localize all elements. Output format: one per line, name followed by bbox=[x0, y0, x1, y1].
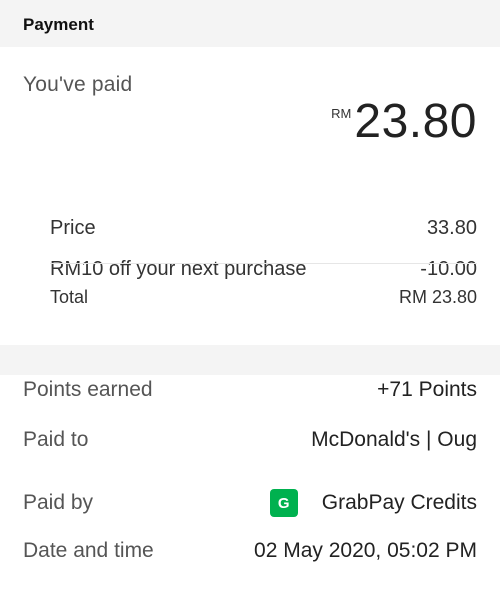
page-title: Payment bbox=[23, 15, 94, 34]
price-value: 33.80 bbox=[426, 217, 477, 239]
paid-to-label: Paid to bbox=[23, 428, 89, 451]
paid-by-label: Paid by bbox=[23, 491, 94, 514]
datetime-label: Date and time bbox=[23, 539, 154, 562]
discount-label: RM10 off your next purchase bbox=[50, 258, 307, 280]
payment-details-card: Points earned +71 Points Paid to McDonal… bbox=[0, 375, 500, 590]
paid-to-row: Paid to McDonald's | Oug bbox=[23, 428, 477, 452]
header-bar: Payment bbox=[0, 0, 500, 47]
paid-amount: RM 23.80 bbox=[331, 94, 477, 149]
points-label: Points earned bbox=[23, 378, 153, 401]
paid-to-value: McDonald's | Oug bbox=[311, 428, 477, 451]
paid-by-row: Paid by G GrabPay Credits bbox=[23, 489, 477, 517]
paid-label: You've paid bbox=[23, 73, 133, 96]
total-label: Total bbox=[50, 287, 89, 307]
section-gap bbox=[0, 345, 500, 375]
amount-value: 23.80 bbox=[354, 95, 477, 148]
discount-row: RM10 off your next purchase -10.00 bbox=[50, 258, 477, 281]
paid-by-method: GrabPay Credits bbox=[321, 491, 477, 514]
datetime-row: Date and time 02 May 2020, 05:02 PM bbox=[23, 539, 477, 563]
discount-value: -10.00 bbox=[420, 258, 477, 280]
grabpay-icon: G bbox=[269, 489, 298, 517]
points-row: Points earned +71 Points bbox=[23, 378, 477, 402]
total-row: Total RM 23.80 bbox=[50, 287, 477, 308]
divider bbox=[50, 263, 477, 264]
price-row: Price 33.80 bbox=[50, 217, 477, 240]
paid-by-value: G GrabPay Credits bbox=[269, 489, 477, 517]
amount-currency: RM bbox=[331, 106, 352, 121]
total-value: RM 23.80 bbox=[398, 287, 477, 307]
points-value: +71 Points bbox=[377, 378, 477, 401]
price-label: Price bbox=[50, 217, 96, 239]
datetime-value: 02 May 2020, 05:02 PM bbox=[254, 539, 477, 562]
payment-summary-card: You've paid RM 23.80 Price 33.80 RM10 of… bbox=[0, 47, 500, 345]
